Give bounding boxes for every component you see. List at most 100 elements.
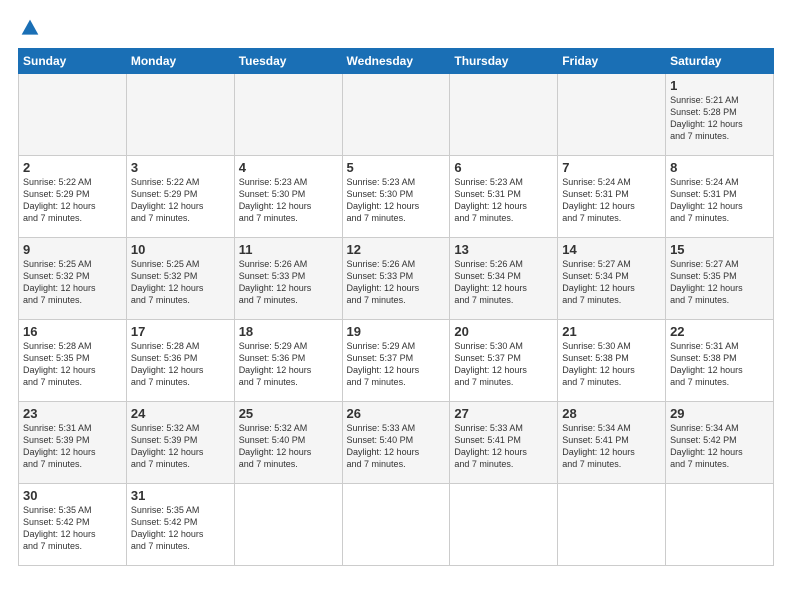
calendar-cell: 11Sunrise: 5:26 AM Sunset: 5:33 PM Dayli… — [234, 238, 342, 320]
calendar-cell: 8Sunrise: 5:24 AM Sunset: 5:31 PM Daylig… — [666, 156, 774, 238]
col-header-sunday: Sunday — [19, 49, 127, 74]
calendar-cell: 27Sunrise: 5:33 AM Sunset: 5:41 PM Dayli… — [450, 402, 558, 484]
col-header-saturday: Saturday — [666, 49, 774, 74]
week-row-0: 1Sunrise: 5:21 AM Sunset: 5:28 PM Daylig… — [19, 74, 774, 156]
day-number: 4 — [239, 160, 338, 175]
calendar-cell: 21Sunrise: 5:30 AM Sunset: 5:38 PM Dayli… — [558, 320, 666, 402]
day-number: 18 — [239, 324, 338, 339]
calendar-cell: 10Sunrise: 5:25 AM Sunset: 5:32 PM Dayli… — [126, 238, 234, 320]
day-info: Sunrise: 5:25 AM Sunset: 5:32 PM Dayligh… — [131, 258, 230, 307]
calendar-cell: 30Sunrise: 5:35 AM Sunset: 5:42 PM Dayli… — [19, 484, 127, 566]
day-number: 1 — [670, 78, 769, 93]
calendar-cell — [126, 74, 234, 156]
calendar-cell: 15Sunrise: 5:27 AM Sunset: 5:35 PM Dayli… — [666, 238, 774, 320]
calendar-cell — [558, 484, 666, 566]
day-info: Sunrise: 5:24 AM Sunset: 5:31 PM Dayligh… — [670, 176, 769, 225]
calendar-cell — [19, 74, 127, 156]
day-number: 16 — [23, 324, 122, 339]
day-number: 13 — [454, 242, 553, 257]
day-info: Sunrise: 5:26 AM Sunset: 5:34 PM Dayligh… — [454, 258, 553, 307]
day-info: Sunrise: 5:29 AM Sunset: 5:36 PM Dayligh… — [239, 340, 338, 389]
day-info: Sunrise: 5:32 AM Sunset: 5:39 PM Dayligh… — [131, 422, 230, 471]
calendar-cell: 5Sunrise: 5:23 AM Sunset: 5:30 PM Daylig… — [342, 156, 450, 238]
day-info: Sunrise: 5:31 AM Sunset: 5:38 PM Dayligh… — [670, 340, 769, 389]
day-info: Sunrise: 5:30 AM Sunset: 5:37 PM Dayligh… — [454, 340, 553, 389]
day-info: Sunrise: 5:34 AM Sunset: 5:41 PM Dayligh… — [562, 422, 661, 471]
calendar-cell: 29Sunrise: 5:34 AM Sunset: 5:42 PM Dayli… — [666, 402, 774, 484]
day-number: 15 — [670, 242, 769, 257]
day-info: Sunrise: 5:22 AM Sunset: 5:29 PM Dayligh… — [23, 176, 122, 225]
day-info: Sunrise: 5:26 AM Sunset: 5:33 PM Dayligh… — [347, 258, 446, 307]
day-info: Sunrise: 5:22 AM Sunset: 5:29 PM Dayligh… — [131, 176, 230, 225]
day-number: 21 — [562, 324, 661, 339]
day-info: Sunrise: 5:32 AM Sunset: 5:40 PM Dayligh… — [239, 422, 338, 471]
calendar-cell — [342, 484, 450, 566]
calendar-cell — [234, 74, 342, 156]
day-number: 22 — [670, 324, 769, 339]
day-number: 2 — [23, 160, 122, 175]
logo-icon — [20, 18, 40, 38]
day-info: Sunrise: 5:25 AM Sunset: 5:32 PM Dayligh… — [23, 258, 122, 307]
day-number: 24 — [131, 406, 230, 421]
calendar-cell: 9Sunrise: 5:25 AM Sunset: 5:32 PM Daylig… — [19, 238, 127, 320]
day-info: Sunrise: 5:31 AM Sunset: 5:39 PM Dayligh… — [23, 422, 122, 471]
day-number: 5 — [347, 160, 446, 175]
header — [18, 18, 774, 38]
calendar-cell: 14Sunrise: 5:27 AM Sunset: 5:34 PM Dayli… — [558, 238, 666, 320]
day-info: Sunrise: 5:33 AM Sunset: 5:41 PM Dayligh… — [454, 422, 553, 471]
calendar-cell: 19Sunrise: 5:29 AM Sunset: 5:37 PM Dayli… — [342, 320, 450, 402]
calendar-cell: 24Sunrise: 5:32 AM Sunset: 5:39 PM Dayli… — [126, 402, 234, 484]
calendar-cell: 3Sunrise: 5:22 AM Sunset: 5:29 PM Daylig… — [126, 156, 234, 238]
day-info: Sunrise: 5:33 AM Sunset: 5:40 PM Dayligh… — [347, 422, 446, 471]
day-info: Sunrise: 5:24 AM Sunset: 5:31 PM Dayligh… — [562, 176, 661, 225]
calendar-cell: 25Sunrise: 5:32 AM Sunset: 5:40 PM Dayli… — [234, 402, 342, 484]
col-header-wednesday: Wednesday — [342, 49, 450, 74]
day-info: Sunrise: 5:34 AM Sunset: 5:42 PM Dayligh… — [670, 422, 769, 471]
col-header-tuesday: Tuesday — [234, 49, 342, 74]
day-info: Sunrise: 5:26 AM Sunset: 5:33 PM Dayligh… — [239, 258, 338, 307]
calendar-cell: 18Sunrise: 5:29 AM Sunset: 5:36 PM Dayli… — [234, 320, 342, 402]
day-info: Sunrise: 5:21 AM Sunset: 5:28 PM Dayligh… — [670, 94, 769, 143]
day-number: 20 — [454, 324, 553, 339]
day-info: Sunrise: 5:30 AM Sunset: 5:38 PM Dayligh… — [562, 340, 661, 389]
page: SundayMondayTuesdayWednesdayThursdayFrid… — [0, 0, 792, 612]
calendar-cell: 4Sunrise: 5:23 AM Sunset: 5:30 PM Daylig… — [234, 156, 342, 238]
calendar-cell — [342, 74, 450, 156]
day-info: Sunrise: 5:27 AM Sunset: 5:34 PM Dayligh… — [562, 258, 661, 307]
day-info: Sunrise: 5:28 AM Sunset: 5:35 PM Dayligh… — [23, 340, 122, 389]
calendar-cell: 6Sunrise: 5:23 AM Sunset: 5:31 PM Daylig… — [450, 156, 558, 238]
day-number: 17 — [131, 324, 230, 339]
week-row-1: 2Sunrise: 5:22 AM Sunset: 5:29 PM Daylig… — [19, 156, 774, 238]
calendar-cell: 31Sunrise: 5:35 AM Sunset: 5:42 PM Dayli… — [126, 484, 234, 566]
calendar-cell — [234, 484, 342, 566]
calendar-cell — [450, 74, 558, 156]
day-number: 28 — [562, 406, 661, 421]
col-header-thursday: Thursday — [450, 49, 558, 74]
day-info: Sunrise: 5:35 AM Sunset: 5:42 PM Dayligh… — [23, 504, 122, 553]
week-row-5: 30Sunrise: 5:35 AM Sunset: 5:42 PM Dayli… — [19, 484, 774, 566]
calendar-cell: 1Sunrise: 5:21 AM Sunset: 5:28 PM Daylig… — [666, 74, 774, 156]
calendar-table: SundayMondayTuesdayWednesdayThursdayFrid… — [18, 48, 774, 566]
day-number: 23 — [23, 406, 122, 421]
day-info: Sunrise: 5:27 AM Sunset: 5:35 PM Dayligh… — [670, 258, 769, 307]
calendar-cell: 12Sunrise: 5:26 AM Sunset: 5:33 PM Dayli… — [342, 238, 450, 320]
calendar-cell — [450, 484, 558, 566]
day-number: 27 — [454, 406, 553, 421]
day-number: 26 — [347, 406, 446, 421]
day-number: 10 — [131, 242, 230, 257]
day-number: 19 — [347, 324, 446, 339]
header-row: SundayMondayTuesdayWednesdayThursdayFrid… — [19, 49, 774, 74]
day-info: Sunrise: 5:23 AM Sunset: 5:30 PM Dayligh… — [347, 176, 446, 225]
calendar-cell: 26Sunrise: 5:33 AM Sunset: 5:40 PM Dayli… — [342, 402, 450, 484]
col-header-monday: Monday — [126, 49, 234, 74]
calendar-cell: 13Sunrise: 5:26 AM Sunset: 5:34 PM Dayli… — [450, 238, 558, 320]
day-number: 25 — [239, 406, 338, 421]
day-number: 14 — [562, 242, 661, 257]
day-info: Sunrise: 5:35 AM Sunset: 5:42 PM Dayligh… — [131, 504, 230, 553]
day-number: 29 — [670, 406, 769, 421]
week-row-2: 9Sunrise: 5:25 AM Sunset: 5:32 PM Daylig… — [19, 238, 774, 320]
day-info: Sunrise: 5:23 AM Sunset: 5:30 PM Dayligh… — [239, 176, 338, 225]
col-header-friday: Friday — [558, 49, 666, 74]
day-number: 12 — [347, 242, 446, 257]
day-number: 9 — [23, 242, 122, 257]
